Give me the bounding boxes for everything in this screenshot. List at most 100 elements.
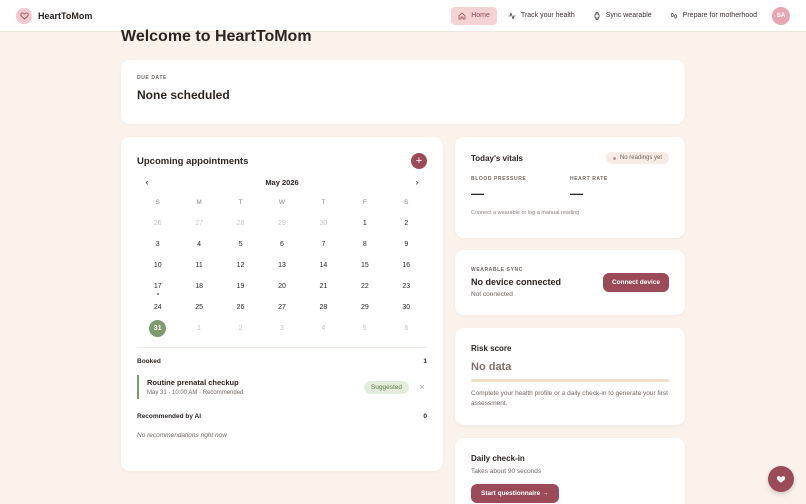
heart-icon [776, 476, 786, 483]
calendar-day[interactable]: 4 [303, 318, 344, 339]
calendar-day-number: 6 [280, 241, 284, 248]
next-month-button[interactable]: › [412, 177, 422, 187]
calendar-day[interactable]: 30 [386, 297, 427, 318]
calendar-day[interactable]: 3 [137, 234, 178, 255]
daily-checkin-title: Daily check-in [471, 454, 525, 463]
calendar-day-number: 4 [197, 241, 202, 248]
calendar-day[interactable]: 18 [178, 276, 219, 297]
calendar-day[interactable]: 20 [261, 276, 302, 297]
connect-device-button[interactable]: Connect device [602, 273, 669, 292]
appointments-card: Upcoming appointments + ‹ May 2026 › S M T… [121, 137, 443, 471]
calendar-day[interactable]: 5 [344, 318, 385, 339]
weekday-header: S [155, 199, 160, 206]
nav-prepare-motherhood[interactable]: Prepare for motherhood [663, 7, 764, 25]
appointments-title: Upcoming appointments [137, 155, 249, 167]
calendar-day[interactable]: 21 [303, 276, 344, 297]
calendar-day-number: 11 [195, 262, 203, 269]
calendar-day[interactable]: 28 [220, 213, 261, 234]
calendar-day[interactable]: 14 [303, 255, 344, 276]
calendar-day[interactable]: 24 [137, 297, 178, 318]
nav-track-health[interactable]: Track your health [501, 7, 582, 25]
calendar-day-number: 28 [319, 304, 328, 311]
calendar-day[interactable]: 7 [303, 234, 344, 255]
heart-rate-metric: HEART RATE — [570, 176, 669, 202]
calendar-day-number: 23 [402, 283, 411, 290]
calendar-day[interactable]: 27 [178, 213, 219, 234]
calendar-month: May 2026 [265, 177, 299, 187]
heart-rate-value: — [570, 186, 583, 201]
calendar-day[interactable]: 1 [344, 213, 385, 234]
calendar-day[interactable]: 2 [386, 213, 427, 234]
wearable-sync-status: Not connected [471, 291, 513, 298]
vitals-note: Connect a wearable or log a manual readi… [471, 210, 580, 216]
calendar-header: ‹ May 2026 › [137, 177, 427, 187]
calendar-day-number: 25 [195, 304, 204, 311]
calendar-day-number: 18 [195, 283, 204, 290]
risk-score-bar [471, 379, 669, 382]
floating-heart-button[interactable] [768, 466, 794, 492]
activity-icon [508, 11, 516, 20]
calendar-day[interactable]: 31 [137, 318, 178, 339]
daily-checkin-subtitle: Takes about 90 seconds [471, 468, 542, 475]
calendar-day[interactable]: 6 [261, 234, 302, 255]
weekday-header: M [196, 199, 202, 206]
calendar-day[interactable]: 11 [178, 255, 219, 276]
calendar-day[interactable]: 5 [220, 234, 261, 255]
dismiss-appointment-close-icon[interactable]: × [417, 382, 427, 392]
calendar-day-number: 29 [360, 304, 369, 311]
vitals-title: Today's vitals [471, 153, 523, 163]
calendar-day[interactable]: 3 [261, 318, 302, 339]
footprints-icon [670, 12, 677, 18]
calendar-day[interactable]: 29 [261, 213, 302, 234]
daily-checkin-card: Daily check-in Takes about 90 seconds St… [455, 438, 685, 504]
calendar-day[interactable]: 27 [261, 297, 302, 318]
calendar-day[interactable]: 1 [178, 318, 219, 339]
calendar-day[interactable]: 6 [386, 318, 427, 339]
calendar-day[interactable]: 28 [303, 297, 344, 318]
start-questionnaire-button[interactable]: Start questionnaire → [471, 484, 559, 503]
calendar-day[interactable]: 17 [137, 276, 178, 297]
nav-prepare-motherhood-label: Prepare for motherhood [682, 12, 757, 19]
calendar-day[interactable]: 15 [344, 255, 385, 276]
appointment-item[interactable]: Routine prenatal checkup May 31 · 10:00 … [137, 375, 427, 399]
calendar-day-number: 3 [280, 325, 284, 332]
calendar-day[interactable]: 23 [386, 276, 427, 297]
risk-score-card: Risk score No data Complete your health … [455, 328, 685, 425]
calendar-day[interactable]: 16 [386, 255, 427, 276]
calendar-day-number: 15 [360, 262, 369, 269]
calendar-day[interactable]: 25 [178, 297, 219, 318]
calendar-day[interactable]: 10 [137, 255, 178, 276]
nav-sync-wearable[interactable]: Sync wearable [586, 7, 659, 25]
vitals-status-badge: No readings yet [605, 152, 669, 164]
appointment-name: Routine prenatal checkup [147, 378, 239, 387]
blood-pressure-label: BLOOD PRESSURE [471, 176, 527, 182]
calendar-day[interactable]: 13 [261, 255, 302, 276]
calendar-day[interactable]: 26 [137, 213, 178, 234]
calendar-day[interactable]: 29 [344, 297, 385, 318]
calendar-day-number: 17 [153, 283, 162, 290]
nav-home[interactable]: Home [451, 6, 497, 25]
calendar-day-number: 2 [404, 220, 409, 227]
calendar-day-number: 9 [404, 241, 409, 248]
calendar-day[interactable]: 19 [220, 276, 261, 297]
recommended-empty-note: No recommendations right now [137, 432, 227, 439]
due-date-card: DUE DATE None scheduled [121, 60, 685, 124]
add-appointment-button[interactable]: + [411, 153, 427, 169]
user-avatar[interactable]: SA [772, 6, 790, 25]
calendar-day-number: 2 [238, 325, 243, 332]
calendar-day-number: 3 [155, 241, 160, 248]
brand-logo[interactable]: HeartToMom [16, 7, 92, 24]
calendar-day[interactable]: 8 [344, 234, 385, 255]
calendar-day[interactable]: 26 [220, 297, 261, 318]
calendar-day[interactable]: 2 [220, 318, 261, 339]
calendar-day[interactable]: 12 [220, 255, 261, 276]
page-title: Welcome to HeartToMom [121, 28, 312, 45]
calendar-day[interactable]: 30 [303, 213, 344, 234]
calendar-day[interactable]: 9 [386, 234, 427, 255]
calendar-day[interactable]: 4 [178, 234, 219, 255]
watch-icon [594, 11, 600, 20]
risk-score-note: Complete your health profile or a daily … [471, 390, 668, 407]
prev-month-button[interactable]: ‹ [142, 177, 152, 187]
calendar-day-number: 4 [321, 325, 326, 332]
calendar-day[interactable]: 22 [344, 276, 385, 297]
